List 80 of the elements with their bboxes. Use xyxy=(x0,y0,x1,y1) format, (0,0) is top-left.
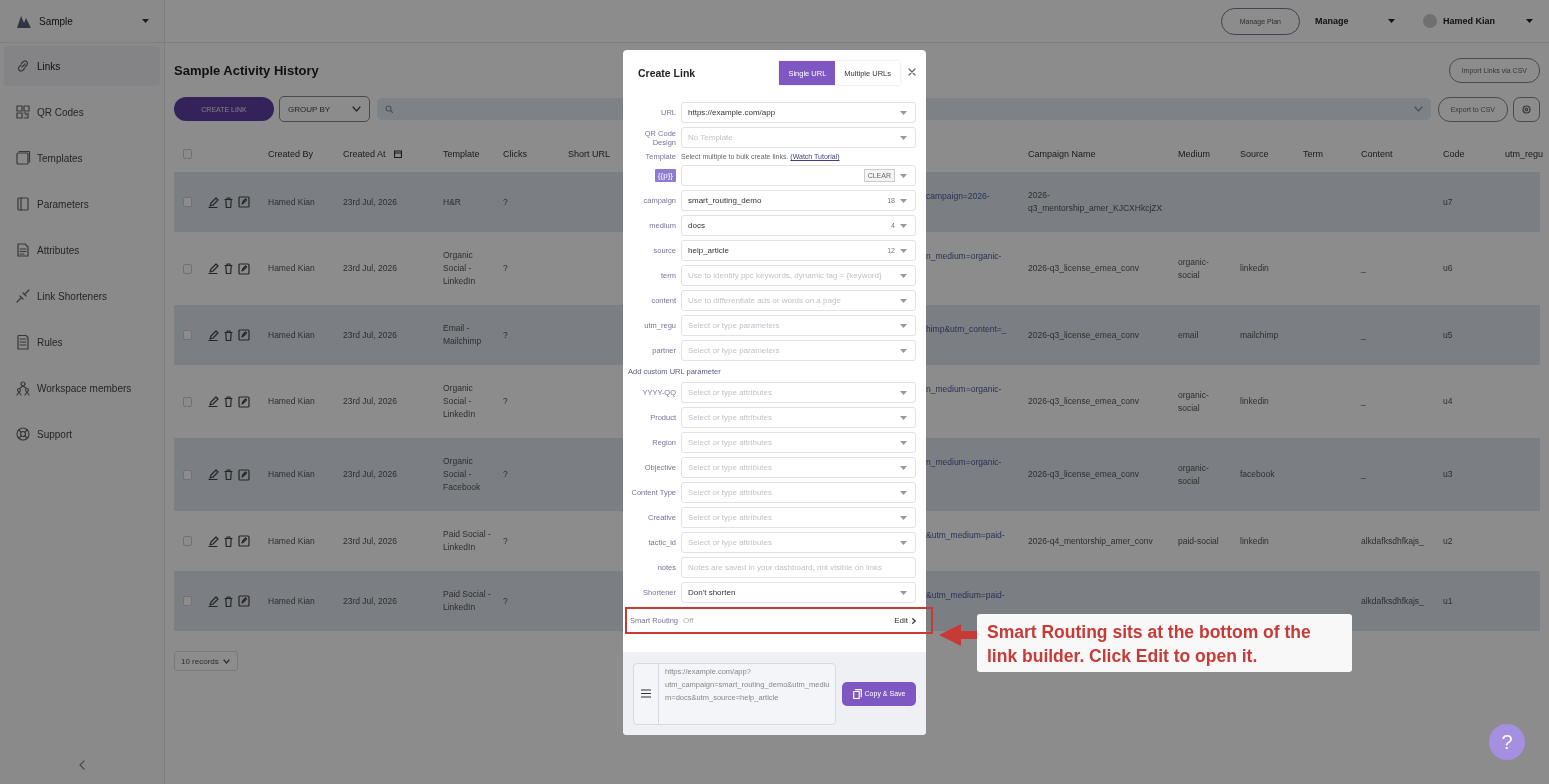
callout-text: Smart Routing sits at the bottom of the link builder. Click Edit to open it. xyxy=(977,614,1352,672)
table-cell: ? xyxy=(503,195,508,209)
table-cell: Hamed Kian xyxy=(268,195,315,209)
table-cell: 2026-q3_license_emea_conv xyxy=(1028,262,1140,275)
table-cell-text: organic-social xyxy=(1178,388,1210,415)
long-url-text: &utm_medium=paid- xyxy=(926,589,1005,602)
table-cell: Paid Social - LinkedIn xyxy=(443,588,491,614)
table-cell-text: Email - Mailchimp xyxy=(443,322,483,348)
table-cell: mailchimp xyxy=(1240,328,1279,342)
long-url-text: campaign=2026- xyxy=(926,190,990,203)
table-cell: Hamed Kian xyxy=(268,262,315,275)
column-header: Content xyxy=(1361,148,1393,159)
long-url-text: n_medium=organic- xyxy=(926,456,1002,469)
table-cell-text: Organic Social - LinkedIn xyxy=(443,382,477,421)
table-cell: ? xyxy=(503,262,508,275)
table-cell: alkdafksdhfkajs_ xyxy=(1361,594,1424,608)
column-header: Created By xyxy=(268,148,314,159)
long-url-text: &utm_medium=paid- xyxy=(926,529,1005,542)
table-cell: linkedin xyxy=(1240,534,1269,548)
column-header: utm_regu xyxy=(1505,148,1544,159)
table-cell: 23rd Jul, 2026 xyxy=(343,195,397,209)
column-header: Medium xyxy=(1178,148,1210,159)
table-cell: u7 xyxy=(1443,195,1453,209)
long-url-text: n_medium=organic- xyxy=(926,250,1002,263)
table-cell: Hamed Kian xyxy=(268,534,315,548)
column-header: Source xyxy=(1240,148,1269,159)
table-cell: ? xyxy=(503,594,508,608)
column-header: Code xyxy=(1443,148,1465,159)
table-cell: 23rd Jul, 2026 xyxy=(343,328,397,342)
table-cell-text: 2026-q3_mentorship_amer_KJCXHkcjZX xyxy=(1028,189,1164,215)
table-cell: _ xyxy=(1361,395,1366,408)
table-cell: 2026-q3_license_emea_conv xyxy=(1028,328,1140,342)
table-cell: 23rd Jul, 2026 xyxy=(343,594,397,608)
table-cell: paid-social xyxy=(1178,534,1219,548)
table-cell: ? xyxy=(503,395,508,408)
table-cell-text: organic-social xyxy=(1178,461,1210,488)
long-url-text: n_medium=organic- xyxy=(926,383,1002,396)
table-cell-text: organic-social xyxy=(1178,255,1210,282)
table-cell: linkedin xyxy=(1240,262,1269,275)
table-cell: Hamed Kian xyxy=(268,328,315,342)
table-cell-text: Organic Social - LinkedIn xyxy=(443,249,477,288)
table-cell: 23rd Jul, 2026 xyxy=(343,262,397,275)
table-cell: Hamed Kian xyxy=(268,395,315,408)
table-cell: u1 xyxy=(1443,594,1453,608)
table-cell: ? xyxy=(503,328,508,342)
table-cell: 2026-q4_mentorship_amer_conv xyxy=(1028,534,1153,548)
table-cell: facebook xyxy=(1240,468,1275,481)
table-cell: 23rd Jul, 2026 xyxy=(343,534,397,548)
column-header: Clicks xyxy=(503,148,527,159)
table-cell: ? xyxy=(503,534,508,548)
table-cell: u4 xyxy=(1443,395,1453,408)
column-header: Campaign Name xyxy=(1028,148,1096,159)
table-cell: Hamed Kian xyxy=(268,468,315,481)
page-title: Sample Activity History xyxy=(174,62,319,78)
table-cell: H&R xyxy=(443,195,461,209)
routing-status: Off xyxy=(683,616,695,625)
table-cell: alkdafksdhfkajs_ xyxy=(1361,534,1424,548)
column-header: Created At xyxy=(343,148,386,159)
table-cell-text: Organic Social - Facebook xyxy=(443,455,482,494)
table-cell: u2 xyxy=(1443,534,1453,548)
table-cell: ? xyxy=(503,468,508,481)
dialog-title: Create Link xyxy=(638,67,697,79)
table-cell: _ xyxy=(1361,262,1366,275)
table-cell: 2026-q3_license_emea_conv xyxy=(1028,395,1140,408)
table-cell: u5 xyxy=(1443,328,1453,342)
column-header: Template xyxy=(443,148,480,159)
long-url-text: himp&utm_content=_ xyxy=(926,323,1007,336)
table-cell: u6 xyxy=(1443,262,1453,275)
table-cell: u3 xyxy=(1443,468,1453,481)
column-header: Term xyxy=(1303,148,1323,159)
table-cell: 2026-q3_license_emea_conv xyxy=(1028,468,1140,481)
table-cell: 23rd Jul, 2026 xyxy=(343,395,397,408)
table-cell: Paid Social - LinkedIn xyxy=(443,528,491,554)
table-cell: _ xyxy=(1361,328,1366,342)
table-cell: 23rd Jul, 2026 xyxy=(343,468,397,481)
table-cell: Hamed Kian xyxy=(268,594,315,608)
column-header: Short URL xyxy=(568,148,611,159)
table-cell: email xyxy=(1178,328,1199,342)
table-cell: linkedin xyxy=(1240,395,1269,408)
table-cell: _ xyxy=(1361,468,1366,481)
